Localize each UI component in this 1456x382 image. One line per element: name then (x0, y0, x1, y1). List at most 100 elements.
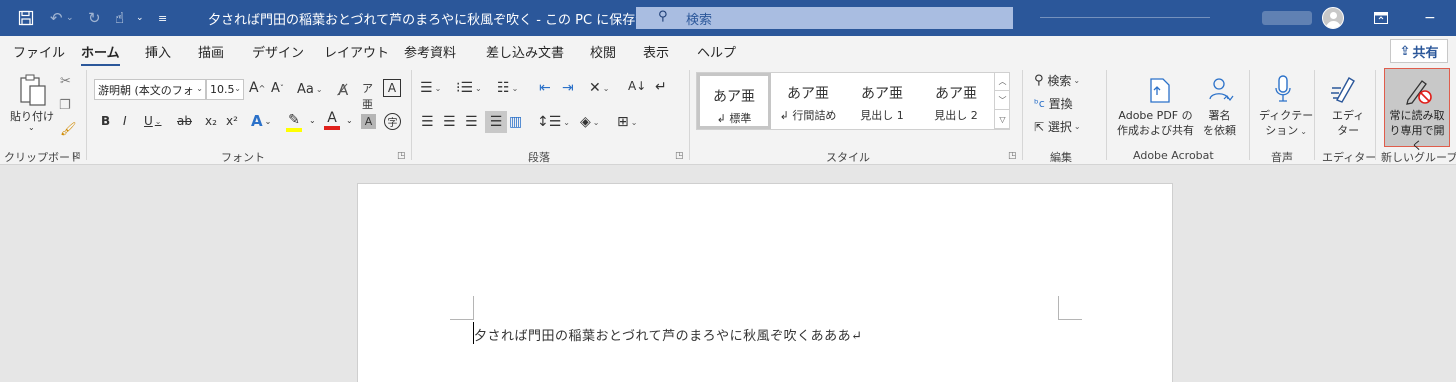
tab-mailings[interactable]: 差し込み文書 (486, 42, 564, 61)
style-heading-2[interactable]: あア亜 見出し 2 (919, 73, 993, 129)
tab-layout[interactable]: レイアウト (324, 42, 389, 61)
bold-button[interactable]: B (101, 114, 110, 128)
font-size-combo[interactable]: 10.5 ⌄ (206, 79, 244, 100)
chevron-down-icon[interactable]: ﹀ (995, 91, 1010, 110)
editor-icon[interactable] (1327, 72, 1361, 106)
tab-home[interactable]: ホーム (81, 42, 120, 67)
shrink-font-button[interactable]: Aˇ (271, 81, 284, 96)
enclose-characters-button[interactable]: 字 (384, 113, 401, 130)
increase-indent-icon[interactable]: ⇥ (562, 80, 574, 96)
line-spacing-button[interactable]: ↕☰ ⌄ (537, 114, 570, 130)
always-open-read-only-button[interactable]: 常に読み取 り専用で開く (1384, 68, 1450, 152)
distributed-icon[interactable]: ▥ (509, 114, 522, 130)
asian-layout-button[interactable]: ✕ ⌄ (589, 80, 609, 96)
text-effects-button[interactable]: A ⌄ (251, 112, 271, 130)
create-pdf-icon[interactable] (1145, 74, 1175, 106)
align-left-icon[interactable]: ☰ (421, 114, 434, 130)
grow-font-button[interactable]: A ^ (249, 80, 265, 96)
editor-button[interactable]: エディ ター (1332, 108, 1364, 138)
strikethrough-button[interactable]: ab (177, 114, 192, 128)
phonetic-guide-icon[interactable]: ア亜 (362, 80, 373, 112)
tab-design[interactable]: デザイン (252, 42, 304, 61)
justify-icon[interactable]: ☰ (485, 111, 507, 133)
share-button[interactable]: ⇪ 共有 (1390, 39, 1448, 63)
decrease-indent-icon[interactable]: ⇤ (539, 80, 551, 96)
align-center-icon[interactable]: ☰ (443, 114, 456, 130)
format-painter-icon[interactable]: 🖌 (60, 122, 77, 137)
minimize-icon[interactable]: − (1424, 0, 1436, 36)
undo-icon[interactable]: ↶ (50, 0, 63, 36)
create-pdf-button[interactable]: Adobe PDF の作成および共有 (1117, 108, 1194, 138)
tab-view[interactable]: 表示 (643, 42, 669, 61)
copy-icon[interactable]: ❐ (59, 98, 71, 113)
replace-button[interactable]: ᵇc 置換 (1034, 95, 1073, 112)
save-icon[interactable] (18, 0, 34, 36)
touch-mode-icon[interactable]: ☝ (115, 0, 124, 36)
font-name-combo[interactable]: 游明朝 (本文のフォ ⌄ (94, 79, 206, 100)
align-right-icon[interactable]: ☰ (465, 114, 478, 130)
document-title[interactable]: 夕されば門田の稲葉おとづれて芦のまろやに秋風ぞ吹く - この PC に保存済み … (208, 0, 674, 36)
customize-qat-icon[interactable]: ≡ (158, 0, 167, 36)
tab-insert[interactable]: 挿入 (145, 42, 171, 61)
share-icon: ⇪ (1399, 43, 1411, 59)
paste-button[interactable]: 貼り付け (10, 108, 54, 124)
character-border-icon[interactable]: A (383, 79, 401, 97)
line-spacing-icon: ↕☰ (537, 114, 562, 130)
search-box[interactable]: ⚲ 検索 (636, 7, 1013, 29)
avatar[interactable] (1322, 7, 1344, 29)
font-launcher-icon[interactable]: ◳ (397, 151, 406, 161)
change-case-button[interactable]: Aa ⌄ (297, 82, 323, 97)
style-normal[interactable]: あア亜 ↲ 標準 (697, 73, 771, 129)
tab-references[interactable]: 参考資料 (404, 42, 456, 61)
style-heading-1[interactable]: あア亜 見出し 1 (845, 73, 919, 129)
multilevel-list-button[interactable]: ☷ ⌄ (497, 80, 518, 96)
redo-icon[interactable]: ↻ (88, 0, 101, 36)
font-color-dropdown-icon[interactable]: ⌄ (346, 116, 353, 125)
microphone-icon[interactable] (1268, 72, 1298, 106)
tab-help[interactable]: ヘルプ (697, 42, 736, 61)
select-button[interactable]: ⇱ 選択 ⌄ (1034, 118, 1081, 135)
paragraph-launcher-icon[interactable]: ◳ (675, 151, 684, 161)
tab-review[interactable]: 校閲 (590, 42, 616, 61)
numbering-button[interactable]: ⁝☰ ⌄ (456, 80, 482, 96)
subscript-button[interactable]: x₂ (205, 114, 217, 128)
highlight-dropdown-icon[interactable]: ⌄ (309, 116, 316, 125)
character-shading-button[interactable]: A (361, 114, 376, 129)
find-button[interactable]: ⚲ 検索 ⌄ (1034, 72, 1080, 89)
cut-icon[interactable]: ✂ (60, 74, 71, 89)
clear-formatting-icon[interactable]: A̸ (338, 81, 348, 99)
style-no-spacing[interactable]: あア亜 ↲ 行間詰め (771, 73, 845, 129)
bullets-button[interactable]: ☰ ⌄ (420, 80, 441, 96)
dictate-button[interactable]: ディクテー ション ⌄ (1259, 108, 1313, 139)
document-body-text[interactable]: 夕されば門田の稲葉おとづれて芦のまろやに秋風ぞ吹くあああ↵ (474, 325, 862, 344)
paste-dropdown-icon[interactable]: ⌄ (28, 123, 35, 132)
styles-launcher-icon[interactable]: ◳ (1008, 151, 1017, 161)
show-marks-icon[interactable]: ↵ (655, 79, 667, 95)
ribbon-display-options-icon[interactable] (1374, 0, 1388, 36)
highlight-button[interactable]: ✎ (286, 112, 302, 132)
superscript-button[interactable]: x² (226, 114, 238, 128)
tab-file[interactable]: ファイル (13, 42, 65, 61)
underline-button[interactable]: U ⌄ (144, 114, 162, 128)
italic-button[interactable]: I (123, 114, 127, 128)
account-name[interactable] (1262, 11, 1312, 25)
document-page[interactable]: 夕されば門田の稲葉おとづれて芦のまろやに秋風ぞ吹くあああ↵ (357, 183, 1173, 382)
editor-group-label: エディター (1322, 151, 1377, 164)
document-area: 夕されば門田の稲葉おとづれて芦のまろやに秋風ぞ吹くあああ↵ (0, 166, 1456, 382)
voice-group-label: 音声 (1271, 151, 1293, 164)
separator (1249, 70, 1250, 160)
tab-draw[interactable]: 描画 (198, 42, 224, 61)
touch-dropdown-icon[interactable]: ⌄ (136, 0, 144, 36)
paste-icon[interactable] (16, 72, 50, 108)
chevron-up-icon[interactable]: ︿ (995, 72, 1010, 91)
search-icon: ⚲ (1034, 73, 1044, 88)
clipboard-launcher-icon[interactable]: ◳ (72, 151, 81, 161)
borders-button[interactable]: ⊞ ⌄ (617, 114, 637, 130)
request-signature-icon[interactable] (1205, 74, 1237, 106)
request-signature-button[interactable]: 署名 を依頼 (1203, 108, 1236, 138)
styles-more-icon[interactable]: ▽ (995, 110, 1010, 129)
sort-icon[interactable]: A↓ (628, 79, 646, 93)
font-color-button[interactable]: A (324, 110, 340, 130)
shading-button[interactable]: ◈ ⌄ (580, 114, 599, 130)
undo-dropdown-icon[interactable]: ⌄ (66, 0, 74, 36)
